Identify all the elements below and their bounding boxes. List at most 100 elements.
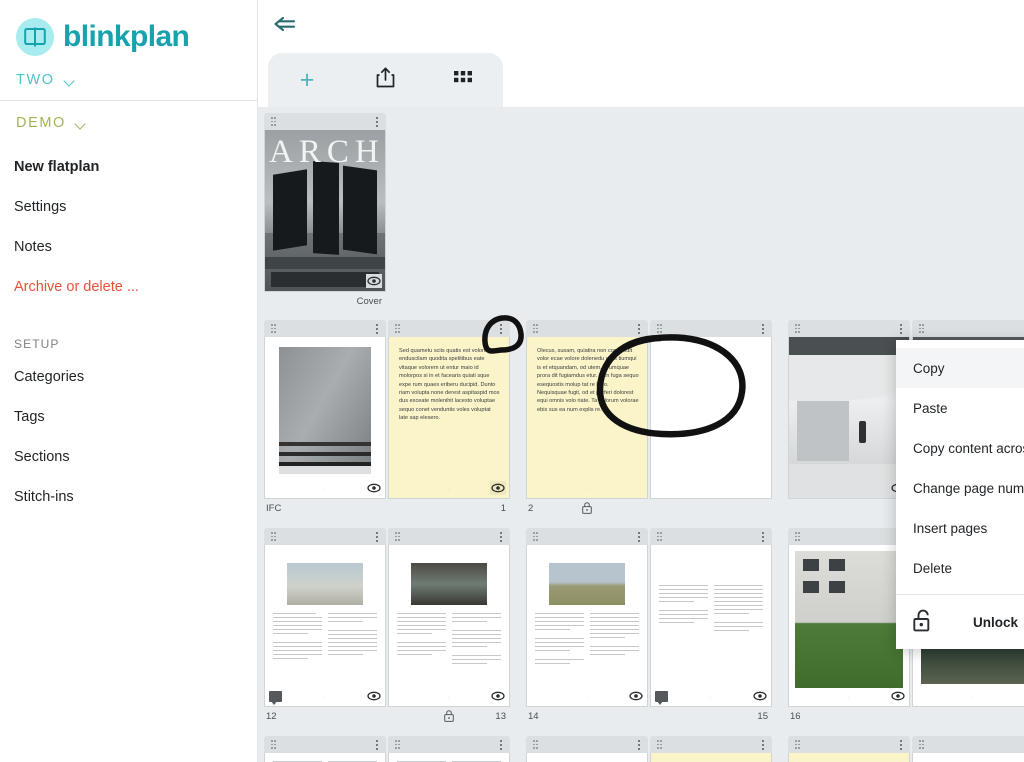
- project-switcher[interactable]: DEMO: [0, 101, 257, 139]
- page-card-row4-1[interactable]: [264, 736, 386, 762]
- context-menu-item-change-page-numbering[interactable]: Change page numbering: [896, 468, 1024, 508]
- org-switcher[interactable]: TWO: [0, 62, 257, 100]
- drag-handle-icon[interactable]: [795, 324, 800, 333]
- page-thumbnail[interactable]: ·: [388, 545, 510, 707]
- context-menu-item-paste[interactable]: Paste: [896, 388, 1024, 428]
- drag-handle-icon[interactable]: [657, 532, 662, 541]
- page-card-row4-6[interactable]: [912, 736, 1024, 762]
- more-options-icon[interactable]: [638, 532, 640, 542]
- context-menu-item-insert-pages[interactable]: Insert pages: [896, 508, 1024, 548]
- note-indicator-icon[interactable]: [269, 691, 282, 705]
- page-card-3[interactable]: [650, 320, 772, 521]
- page-card-12[interactable]: · 12: [264, 528, 386, 729]
- page-thumbnail[interactable]: ARCHI: [264, 130, 386, 292]
- note-indicator-icon[interactable]: [655, 691, 668, 705]
- sidebar-item-archive-or-delete[interactable]: Archive or delete ...: [0, 267, 257, 307]
- more-options-icon[interactable]: [376, 117, 378, 127]
- more-options-icon[interactable]: [762, 532, 764, 542]
- visibility-eye-icon[interactable]: [366, 481, 382, 495]
- context-menu-item-copy[interactable]: Copy: [896, 348, 1024, 388]
- sidebar-item-categories[interactable]: Categories: [0, 357, 257, 397]
- brand-header[interactable]: blinkplan: [0, 0, 257, 62]
- page-context-menu[interactable]: Copy Paste Copy content across next # pa…: [896, 340, 1024, 649]
- page-card-row4-3[interactable]: [526, 736, 648, 762]
- page-thumbnail[interactable]: [788, 753, 910, 762]
- page-card-canopy-left[interactable]: [788, 320, 910, 521]
- add-page-button[interactable]: +: [268, 53, 346, 107]
- drag-handle-icon[interactable]: [657, 324, 662, 333]
- share-export-button[interactable]: [346, 53, 424, 107]
- drag-handle-icon[interactable]: [533, 324, 538, 333]
- drag-handle-icon[interactable]: [395, 532, 400, 541]
- more-options-icon[interactable]: [762, 324, 764, 334]
- page-card-2[interactable]: Olecus, susam, quiatira non commodit vol…: [526, 320, 648, 521]
- sidebar-item-tags[interactable]: Tags: [0, 397, 257, 437]
- page-card-row4-5[interactable]: [788, 736, 910, 762]
- drag-handle-icon[interactable]: [395, 324, 400, 333]
- page-thumbnail[interactable]: Olecus, susam, quiatira non commodit vol…: [526, 337, 648, 499]
- more-options-icon[interactable]: [638, 324, 640, 334]
- drag-handle-icon[interactable]: [271, 532, 276, 541]
- more-options-icon[interactable]: [500, 740, 502, 750]
- page-thumbnail[interactable]: [388, 753, 510, 762]
- drag-handle-icon[interactable]: [533, 740, 538, 749]
- visibility-eye-icon[interactable]: [628, 689, 644, 703]
- more-options-icon[interactable]: [900, 740, 902, 750]
- page-card-16[interactable]: · 16: [788, 528, 910, 729]
- sidebar-item-stitch-ins[interactable]: Stitch-ins: [0, 477, 257, 517]
- page-thumbnail[interactable]: [788, 337, 910, 499]
- drag-handle-icon[interactable]: [271, 324, 276, 333]
- page-card-1[interactable]: Sed quametu sciis quatis est volorer end…: [388, 320, 510, 521]
- collapse-sidebar-icon[interactable]: [272, 14, 298, 36]
- more-options-icon[interactable]: [500, 532, 502, 542]
- page-card-14[interactable]: · 14: [526, 528, 648, 729]
- drag-handle-icon[interactable]: [271, 117, 276, 126]
- sidebar-item-notes[interactable]: Notes: [0, 227, 257, 267]
- page-thumbnail[interactable]: Sed quametu sciis quatis est volorer end…: [388, 337, 510, 499]
- page-thumbnail[interactable]: ·: [264, 545, 386, 707]
- more-options-icon[interactable]: [376, 532, 378, 542]
- lock-icon[interactable]: [582, 502, 592, 517]
- page-card-row4-4[interactable]: [650, 736, 772, 762]
- drag-handle-icon[interactable]: [919, 324, 924, 333]
- lock-icon[interactable]: [444, 710, 454, 725]
- page-thumbnail[interactable]: [912, 753, 1024, 762]
- page-thumbnail[interactable]: ·: [650, 545, 772, 707]
- sidebar-item-sections[interactable]: Sections: [0, 437, 257, 477]
- visibility-eye-icon[interactable]: [490, 689, 506, 703]
- more-options-icon[interactable]: [762, 740, 764, 750]
- more-options-icon[interactable]: [638, 740, 640, 750]
- sidebar-item-new-flatplan[interactable]: New flatplan: [0, 147, 257, 187]
- grid-view-button[interactable]: [424, 53, 502, 107]
- page-card-row4-2[interactable]: [388, 736, 510, 762]
- page-card-15[interactable]: · 15: [650, 528, 772, 729]
- drag-handle-icon[interactable]: [795, 740, 800, 749]
- context-menu-item-unlock[interactable]: Unlock: [896, 595, 1024, 649]
- more-options-icon[interactable]: [500, 324, 502, 334]
- page-thumbnail[interactable]: ·: [264, 337, 386, 499]
- more-options-icon[interactable]: [376, 740, 378, 750]
- context-menu-item-copy-content-across[interactable]: Copy content across next # pages: [896, 428, 1024, 468]
- visibility-eye-icon[interactable]: [752, 689, 768, 703]
- page-thumbnail[interactable]: [650, 337, 772, 499]
- drag-handle-icon[interactable]: [795, 532, 800, 541]
- drag-handle-icon[interactable]: [271, 740, 276, 749]
- sidebar-item-settings[interactable]: Settings: [0, 187, 257, 227]
- page-card-ifc[interactable]: · IFC: [264, 320, 386, 521]
- page-thumbnail[interactable]: ·: [526, 545, 648, 707]
- page-thumbnail[interactable]: [650, 753, 772, 762]
- drag-handle-icon[interactable]: [395, 740, 400, 749]
- drag-handle-icon[interactable]: [657, 740, 662, 749]
- drag-handle-icon[interactable]: [919, 740, 924, 749]
- page-card-cover[interactable]: ARCHI Cover: [264, 113, 386, 314]
- more-options-icon[interactable]: [376, 324, 378, 334]
- page-thumbnail[interactable]: [526, 753, 648, 762]
- drag-handle-icon[interactable]: [533, 532, 538, 541]
- page-card-13[interactable]: · 13: [388, 528, 510, 729]
- page-thumbnail[interactable]: ·: [788, 545, 910, 707]
- visibility-eye-icon[interactable]: [366, 274, 382, 288]
- visibility-eye-icon[interactable]: [490, 481, 506, 495]
- visibility-eye-icon[interactable]: [366, 689, 382, 703]
- more-options-icon[interactable]: [900, 324, 902, 334]
- visibility-eye-icon[interactable]: [890, 689, 906, 703]
